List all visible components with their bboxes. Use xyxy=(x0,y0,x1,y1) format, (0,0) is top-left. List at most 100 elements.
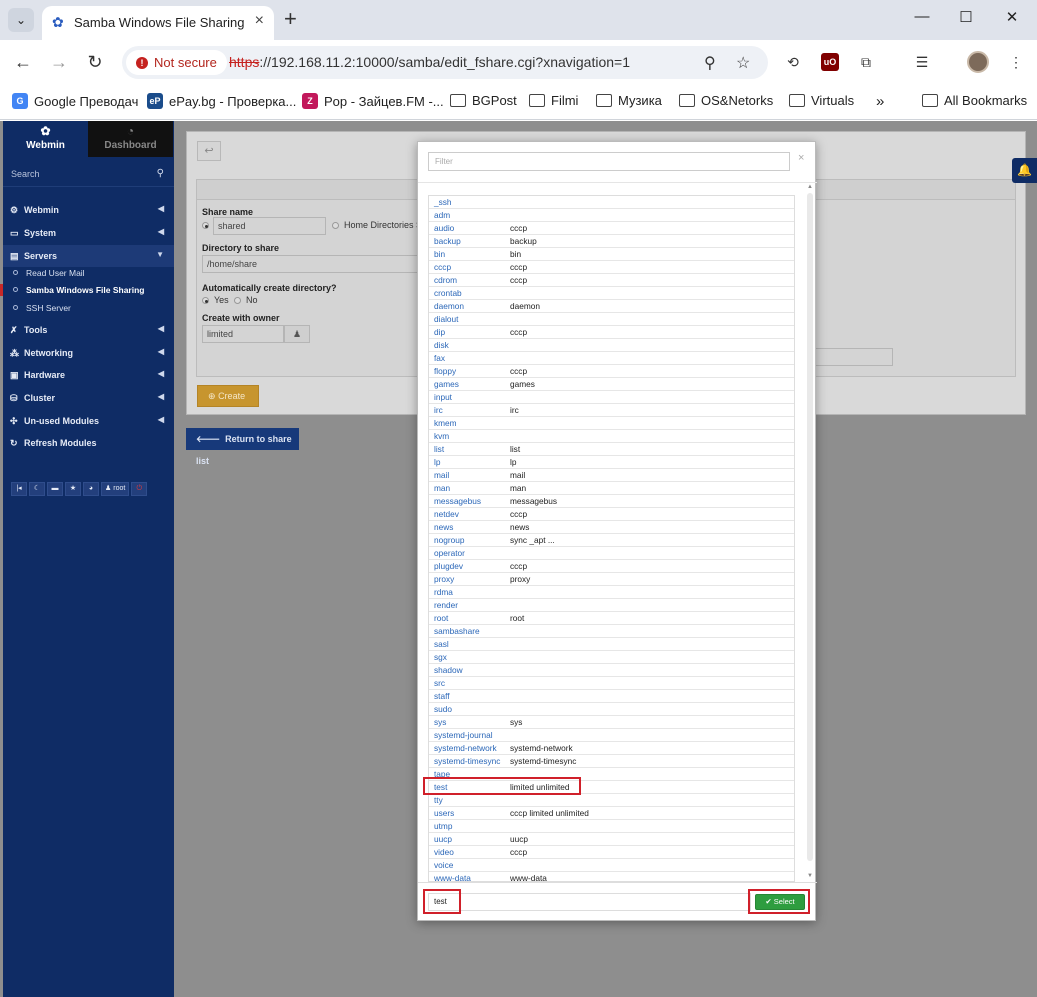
maximize-icon[interactable]: ☐ xyxy=(956,8,976,26)
group-name-link[interactable]: kmem xyxy=(434,417,457,429)
group-row[interactable]: systemd-journal xyxy=(429,729,794,742)
group-row[interactable]: voice xyxy=(429,859,794,872)
tab-close-icon[interactable]: × xyxy=(255,12,264,30)
profile-avatar[interactable] xyxy=(967,51,989,73)
group-row[interactable]: nogroup sync _apt ... xyxy=(429,534,794,547)
group-name-link[interactable]: messagebus xyxy=(434,495,481,507)
group-row[interactable]: kmem xyxy=(429,417,794,430)
group-name-link[interactable]: plugdev xyxy=(434,560,463,572)
sidebar-sub-read-user-mail[interactable]: Read User Mail xyxy=(3,265,174,282)
group-name-link[interactable]: rdma xyxy=(434,586,453,598)
sidebar-item-cluster[interactable]: ⛁ Cluster ◀ xyxy=(3,387,174,409)
group-name-link[interactable]: lp xyxy=(434,456,440,468)
group-row[interactable]: man man xyxy=(429,482,794,495)
group-name-link[interactable]: video xyxy=(434,846,454,858)
group-row[interactable]: operator xyxy=(429,547,794,560)
group-name-link[interactable]: backup xyxy=(434,235,461,247)
bookmark-star-icon[interactable]: ☆ xyxy=(736,53,750,73)
group-row[interactable]: netdev cccp xyxy=(429,508,794,521)
group-name-link[interactable]: crontab xyxy=(434,287,462,299)
collapse-icon[interactable]: |◂ xyxy=(11,482,27,496)
group-name-link[interactable]: kvm xyxy=(434,430,449,442)
group-name-link[interactable]: operator xyxy=(434,547,465,559)
group-row[interactable]: uucp uucp xyxy=(429,833,794,846)
tab-webmin[interactable]: ✿ Webmin xyxy=(3,121,88,157)
create-button[interactable]: ⊕ Create xyxy=(197,385,259,407)
group-row[interactable]: src xyxy=(429,677,794,690)
sidebar-item-servers[interactable]: ▤ Servers ▼ xyxy=(3,245,174,267)
sidebar-item-hardware[interactable]: ▣ Hardware ◀ xyxy=(3,364,174,386)
scroll-down-icon[interactable]: ▼ xyxy=(807,873,813,879)
group-name-link[interactable]: www-data xyxy=(434,872,471,881)
group-row[interactable]: shadow xyxy=(429,664,794,677)
share-name-input[interactable]: shared xyxy=(213,217,326,235)
group-row[interactable]: systemd-network systemd-network xyxy=(429,742,794,755)
sidebar-item-refresh-modules[interactable]: ↻ Refresh Modules xyxy=(3,432,174,454)
group-row[interactable]: mail mail xyxy=(429,469,794,482)
modal-scrollbar[interactable]: ▲ ▼ xyxy=(806,183,815,883)
sidebar-sub-samba[interactable]: Samba Windows File Sharing xyxy=(3,282,174,299)
group-name-link[interactable]: man xyxy=(434,482,450,494)
window-close-icon[interactable]: ✕ xyxy=(1002,8,1022,26)
sidebar-item-unused-modules[interactable]: ✣ Un-used Modules ◀ xyxy=(3,410,174,432)
group-name-link[interactable]: adm xyxy=(434,209,450,221)
minimize-icon[interactable]: — xyxy=(912,8,932,25)
group-row[interactable]: utmp xyxy=(429,820,794,833)
group-row[interactable]: games games xyxy=(429,378,794,391)
group-row[interactable]: backup backup xyxy=(429,235,794,248)
auto-create-no-radio[interactable] xyxy=(234,297,241,304)
filter-input[interactable]: Filter xyxy=(428,152,790,171)
more-bookmarks-button[interactable]: » xyxy=(876,93,884,110)
group-name-link[interactable]: shadow xyxy=(434,664,463,676)
group-row[interactable]: irc irc xyxy=(429,404,794,417)
auto-create-yes-radio[interactable] xyxy=(202,297,209,304)
group-name-link[interactable]: sasl xyxy=(434,638,449,650)
group-row[interactable]: kvm xyxy=(429,430,794,443)
logout-icon[interactable]: ⏻ xyxy=(131,482,148,496)
bookmark-epay[interactable]: eP ePay.bg - Проверка... xyxy=(147,93,296,109)
bookmark-google-translate[interactable]: G Google Преводач xyxy=(12,93,138,109)
group-name-link[interactable]: uucp xyxy=(434,833,452,845)
ublock-icon[interactable]: uO xyxy=(821,53,839,71)
back-button[interactable]: ↩ xyxy=(197,141,221,161)
group-name-link[interactable]: sudo xyxy=(434,703,452,715)
palette-icon[interactable]: ◕ xyxy=(83,482,99,496)
group-row[interactable]: news news xyxy=(429,521,794,534)
group-name-link[interactable]: list xyxy=(434,443,444,455)
group-name-link[interactable]: render xyxy=(434,599,458,611)
terminal-icon[interactable]: ▬ xyxy=(47,482,63,496)
reading-list-icon[interactable]: ☰ xyxy=(913,53,931,71)
group-row[interactable]: fax xyxy=(429,352,794,365)
group-row[interactable]: audio cccp xyxy=(429,222,794,235)
group-name-link[interactable]: games xyxy=(434,378,459,390)
group-name-link[interactable]: _ssh xyxy=(434,196,452,208)
group-row[interactable]: dialout xyxy=(429,313,794,326)
group-row[interactable]: www-data www-data xyxy=(429,872,794,881)
sync-extension-icon[interactable]: ⟲ xyxy=(784,53,802,71)
hidden-field-input[interactable] xyxy=(809,348,893,366)
group-name-link[interactable]: fax xyxy=(434,352,445,364)
group-name-link[interactable]: netdev xyxy=(434,508,459,520)
menu-kebab-icon[interactable]: ⋮ xyxy=(1007,53,1025,71)
group-name-link[interactable]: systemd-timesync xyxy=(434,755,500,767)
group-row[interactable]: disk xyxy=(429,339,794,352)
group-row[interactable]: sambashare xyxy=(429,625,794,638)
directory-input[interactable]: /home/share xyxy=(202,255,418,273)
url-text[interactable]: https://192.168.11.2:10000/samba/edit_fs… xyxy=(229,54,630,70)
group-name-link[interactable]: utmp xyxy=(434,820,452,832)
scroll-up-icon[interactable]: ▲ xyxy=(807,184,813,190)
bookmark-folder-virtuals[interactable]: Virtuals xyxy=(789,93,854,108)
home-dirs-radio[interactable] xyxy=(332,222,339,229)
group-row[interactable]: video cccp xyxy=(429,846,794,859)
group-row[interactable]: tty xyxy=(429,794,794,807)
group-name-link[interactable]: users xyxy=(434,807,454,819)
search-icon[interactable]: ⚲ xyxy=(157,168,164,179)
bookmark-zaycev[interactable]: Z Pop - Зайцев.FM -... xyxy=(302,93,444,109)
group-row[interactable]: daemon daemon xyxy=(429,300,794,313)
sidebar-search-input[interactable]: Search xyxy=(11,169,40,179)
group-row[interactable]: rdma xyxy=(429,586,794,599)
zoom-icon[interactable]: ⚲ xyxy=(704,53,716,73)
all-bookmarks-folder[interactable]: All Bookmarks xyxy=(922,93,1027,108)
group-row[interactable]: systemd-timesync systemd-timesync xyxy=(429,755,794,768)
group-row[interactable]: crontab xyxy=(429,287,794,300)
